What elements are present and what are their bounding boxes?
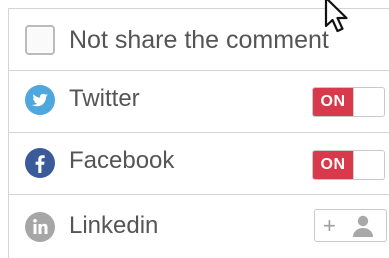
facebook-icon [24, 147, 56, 179]
facebook-toggle-on-label: ON [313, 151, 353, 179]
network-label-twitter: Twitter [69, 85, 140, 112]
not-share-checkbox[interactable] [25, 25, 55, 55]
network-row-twitter: Twitter ON [9, 70, 389, 132]
facebook-toggle[interactable]: ON [312, 150, 385, 180]
twitter-toggle[interactable]: ON [312, 87, 385, 117]
network-row-facebook: Facebook ON [9, 132, 389, 194]
mouse-cursor-icon [320, 0, 360, 38]
network-label-linkedin: Linkedin [69, 212, 159, 239]
network-row-linkedin: Linkedin + [9, 194, 389, 256]
share-options-panel: Not share the comment Twitter ON Faceboo… [8, 8, 389, 258]
linkedin-add-account-button[interactable]: + [314, 209, 387, 242]
facebook-toggle-knob [353, 151, 384, 179]
twitter-toggle-on-label: ON [313, 88, 353, 116]
linkedin-icon [24, 211, 56, 243]
twitter-toggle-knob [353, 88, 384, 116]
person-icon [352, 214, 374, 238]
plus-icon: + [323, 213, 336, 238]
twitter-icon [24, 84, 56, 116]
network-label-facebook: Facebook [69, 147, 175, 174]
not-share-label: Not share the comment [69, 26, 329, 54]
